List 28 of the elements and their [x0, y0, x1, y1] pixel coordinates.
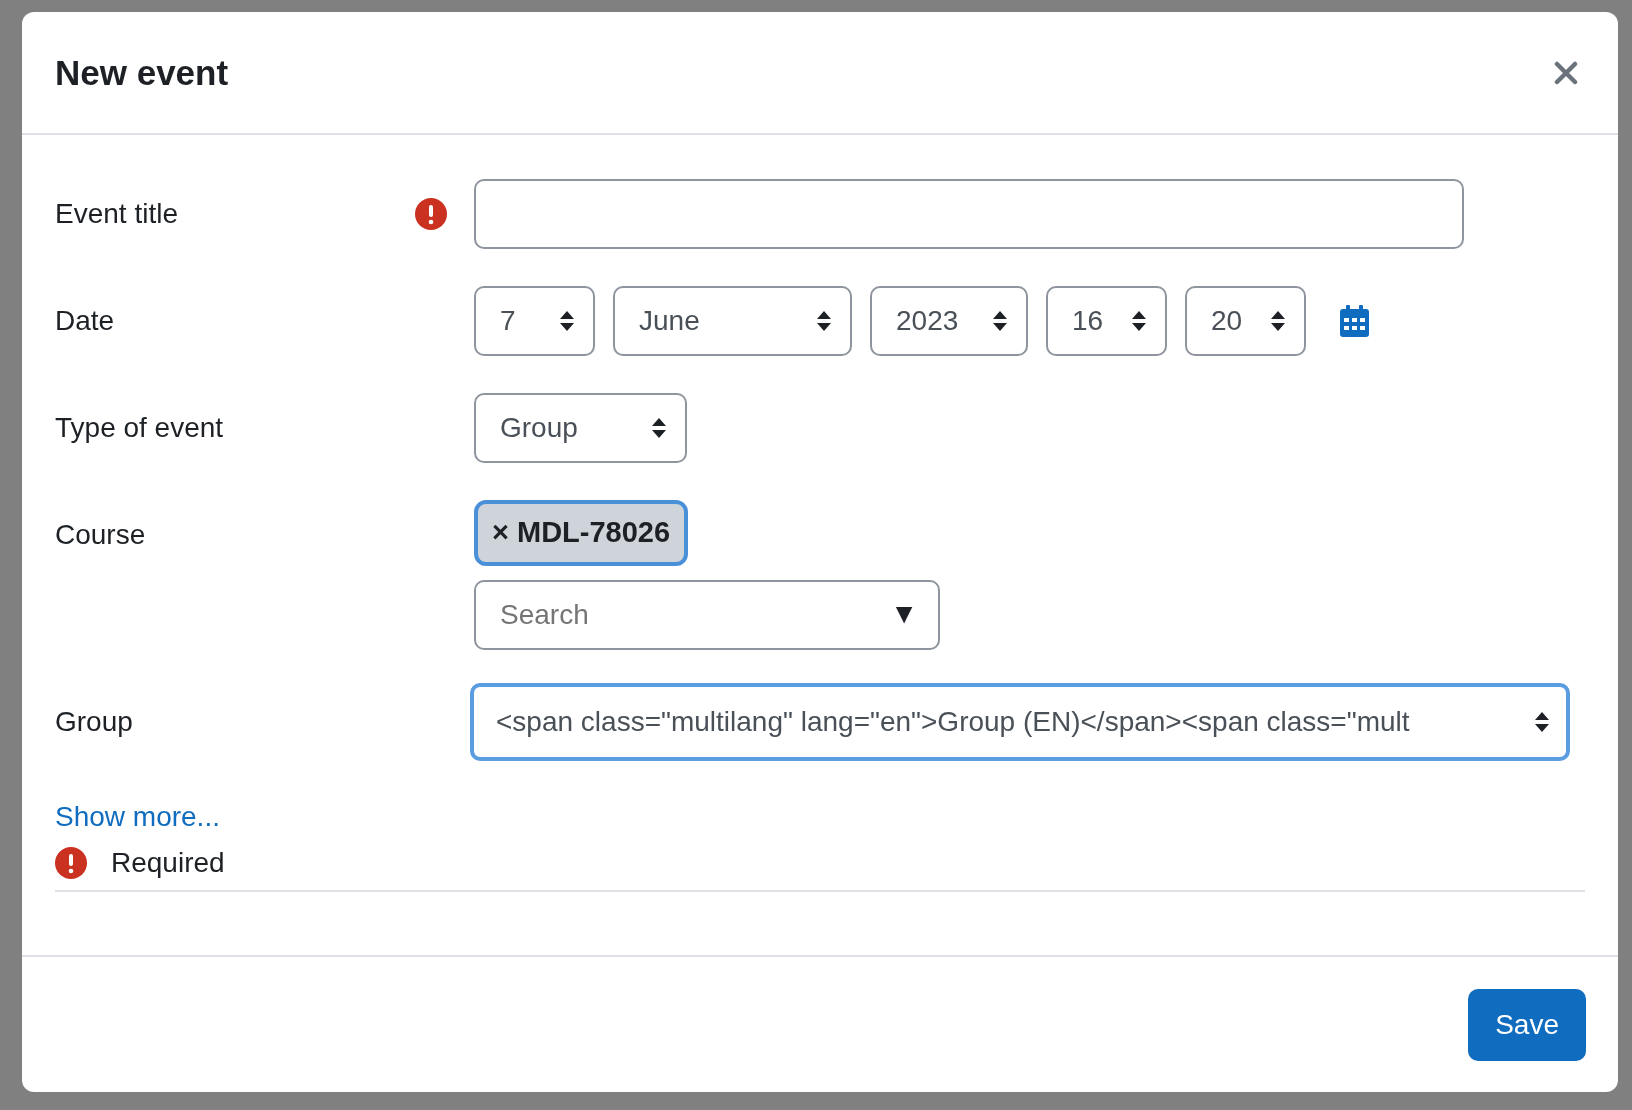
field-label: Course — [55, 518, 146, 552]
required-legend: Required — [111, 842, 225, 884]
updown-arrow-icon — [651, 417, 667, 439]
dropdown-select[interactable]: 2023 — [870, 286, 1028, 356]
updown-arrow-icon — [559, 310, 575, 332]
calendar-icon[interactable] — [1340, 305, 1369, 337]
dialog-title: New event — [55, 51, 229, 94]
dropdown-select[interactable]: Group — [474, 393, 687, 463]
updown-arrow-icon — [992, 310, 1008, 332]
dropdown-toggle[interactable]: ▼ — [890, 597, 918, 631]
field-label: Group — [55, 705, 133, 739]
save-button[interactable]: Save — [1468, 988, 1586, 1061]
dropdown-select[interactable]: 20 — [1185, 286, 1306, 356]
dropdown-select[interactable]: <span class="multilang" lang="en">Group (EN)</span><span class="mult — [470, 683, 1570, 761]
updown-arrow-icon — [1270, 310, 1286, 332]
show-more-link[interactable]: Show more... — [55, 801, 220, 832]
required-icon — [55, 847, 87, 879]
updown-arrow-icon — [1131, 310, 1147, 332]
dropdown-select[interactable]: 7 — [474, 286, 595, 356]
text-input-field[interactable] — [474, 179, 1464, 249]
selected-course-tag[interactable]: × MDL-78026 — [474, 500, 689, 566]
field-label: Event title — [55, 197, 178, 231]
updown-arrow-icon — [1534, 711, 1550, 733]
field-label: Type of event — [55, 411, 224, 445]
dropdown-select[interactable]: 16 — [1046, 286, 1167, 356]
updown-arrow-icon — [816, 310, 832, 332]
field-label: Date — [55, 304, 115, 338]
dropdown-select[interactable]: June — [613, 286, 852, 356]
